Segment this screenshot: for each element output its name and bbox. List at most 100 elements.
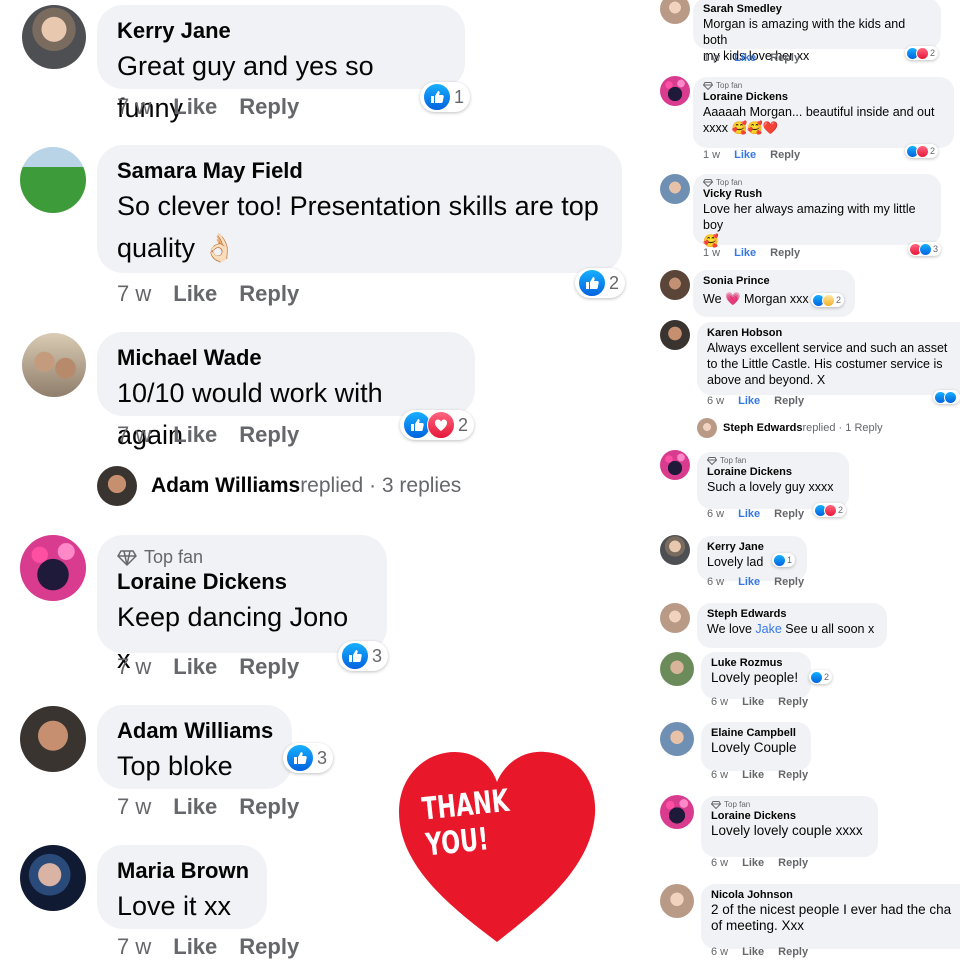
mention-link[interactable]: Jake [755, 622, 781, 636]
commenter-name[interactable]: Loraine Dickens [703, 90, 944, 104]
commenter-name[interactable]: Maria Brown [117, 857, 249, 885]
avatar[interactable] [660, 884, 694, 918]
avatar[interactable] [22, 5, 86, 69]
reply-button[interactable]: Reply [239, 654, 299, 679]
reply-button[interactable]: Reply [774, 395, 804, 407]
comment-timestamp[interactable]: 7 w [117, 422, 151, 447]
avatar[interactable] [22, 333, 86, 397]
reply-button[interactable]: Reply [778, 696, 808, 708]
avatar[interactable] [660, 76, 690, 106]
comment-timestamp[interactable]: 6 w [707, 576, 724, 588]
commenter-name[interactable]: Nicola Johnson [711, 888, 960, 902]
like-button[interactable]: Like [738, 508, 760, 520]
like-button[interactable]: Like [738, 576, 760, 588]
comment-timestamp[interactable]: 6 w [711, 769, 728, 781]
like-button[interactable]: Like [734, 52, 756, 64]
reply-button[interactable]: Reply [239, 94, 299, 119]
reaction-summary[interactable]: 3 [338, 641, 389, 671]
commenter-name[interactable]: Loraine Dickens [707, 465, 839, 479]
comment-timestamp[interactable]: 7 w [117, 794, 151, 819]
reaction-summary[interactable] [933, 390, 960, 404]
like-button[interactable]: Like [734, 247, 756, 259]
reply-button[interactable]: Reply [774, 576, 804, 588]
commenter-name[interactable]: Luke Rozmus [711, 656, 801, 670]
like-button[interactable]: Like [173, 934, 217, 959]
reply-button[interactable]: Reply [239, 281, 299, 306]
like-button[interactable]: Like [173, 422, 217, 447]
comment-timestamp[interactable]: 7 w [117, 654, 151, 679]
reply-button[interactable]: Reply [778, 769, 808, 781]
commenter-name[interactable]: Elaine Campbell [711, 726, 801, 740]
avatar[interactable] [660, 270, 690, 300]
reply-button[interactable]: Reply [239, 422, 299, 447]
reaction-summary[interactable]: 2 [905, 144, 939, 158]
comment-timestamp[interactable]: 1 w [703, 149, 720, 161]
reply-button[interactable]: Reply [770, 52, 800, 64]
comment-timestamp[interactable]: 7 w [117, 94, 151, 119]
reaction-summary[interactable]: 2 [813, 503, 847, 517]
commenter-name[interactable]: Kerry Jane [117, 17, 445, 45]
reply-button[interactable]: Reply [774, 508, 804, 520]
like-button[interactable]: Like [742, 857, 764, 869]
comment-timestamp[interactable]: 6 w [711, 946, 728, 958]
avatar[interactable] [660, 535, 690, 565]
avatar[interactable] [20, 535, 86, 601]
commenter-name[interactable]: Sarah Smedley [703, 2, 931, 16]
reaction-summary[interactable]: 2 [400, 410, 475, 440]
comment-timestamp[interactable]: 1 w [703, 247, 720, 259]
like-button[interactable]: Like [742, 696, 764, 708]
comment-timestamp[interactable]: 6 w [711, 696, 728, 708]
like-button[interactable]: Like [738, 395, 760, 407]
commenter-name[interactable]: Kerry Jane [707, 540, 797, 554]
avatar[interactable] [20, 706, 86, 772]
reply-button[interactable]: Reply [770, 247, 800, 259]
like-button[interactable]: Like [742, 769, 764, 781]
avatar[interactable] [20, 845, 86, 911]
like-button[interactable]: Like [173, 281, 217, 306]
comment-timestamp[interactable]: 6 w [707, 395, 724, 407]
reply-button[interactable]: Reply [239, 934, 299, 959]
comment-timestamp[interactable]: 7 w [117, 281, 151, 306]
commenter-name[interactable]: Michael Wade [117, 344, 455, 372]
reply-button[interactable]: Reply [770, 149, 800, 161]
like-button[interactable]: Like [173, 654, 217, 679]
avatar[interactable] [660, 174, 690, 204]
commenter-name[interactable]: Steph Edwards [707, 607, 877, 621]
avatar[interactable] [660, 320, 690, 350]
reaction-summary[interactable]: 3 [283, 743, 334, 773]
reaction-summary[interactable]: 2 [905, 46, 939, 60]
avatar[interactable] [660, 450, 690, 480]
reaction-summary[interactable]: 2 [809, 670, 833, 684]
comment-timestamp[interactable]: 1 w [703, 52, 720, 64]
comment-timestamp[interactable]: 7 w [117, 934, 151, 959]
view-replies-link[interactable]: Steph Edwards replied · 1 Reply [697, 418, 883, 438]
like-button[interactable]: Like [742, 946, 764, 958]
reaction-summary[interactable]: 3 [908, 242, 942, 256]
avatar[interactable] [660, 603, 690, 633]
avatar[interactable] [660, 795, 694, 829]
reaction-summary[interactable]: 1 [772, 553, 796, 567]
like-button[interactable]: Like [173, 94, 217, 119]
commenter-name[interactable]: Samara May Field [117, 157, 602, 185]
reply-button[interactable]: Reply [239, 794, 299, 819]
view-replies-link[interactable]: Adam Williams replied · 3 replies [97, 466, 461, 506]
commenter-name[interactable]: Adam Williams [117, 717, 273, 745]
reaction-summary[interactable]: 1 [420, 82, 471, 112]
comment-timestamp[interactable]: 6 w [711, 857, 728, 869]
avatar[interactable] [660, 722, 694, 756]
reaction-summary[interactable]: 2 [811, 293, 845, 307]
reaction-summary[interactable]: 2 [575, 268, 626, 298]
commenter-name[interactable]: Loraine Dickens [711, 809, 868, 823]
reply-button[interactable]: Reply [778, 946, 808, 958]
commenter-name[interactable]: Loraine Dickens [117, 568, 367, 596]
commenter-name[interactable]: Sonia Prince [703, 274, 845, 288]
like-button[interactable]: Like [173, 794, 217, 819]
commenter-name[interactable]: Vicky Rush [703, 187, 931, 201]
commenter-name[interactable]: Karen Hobson [707, 326, 960, 340]
like-button[interactable]: Like [734, 149, 756, 161]
avatar[interactable] [660, 0, 690, 24]
avatar[interactable] [20, 147, 86, 213]
comment-timestamp[interactable]: 6 w [707, 508, 724, 520]
reply-button[interactable]: Reply [778, 857, 808, 869]
avatar[interactable] [660, 652, 694, 686]
